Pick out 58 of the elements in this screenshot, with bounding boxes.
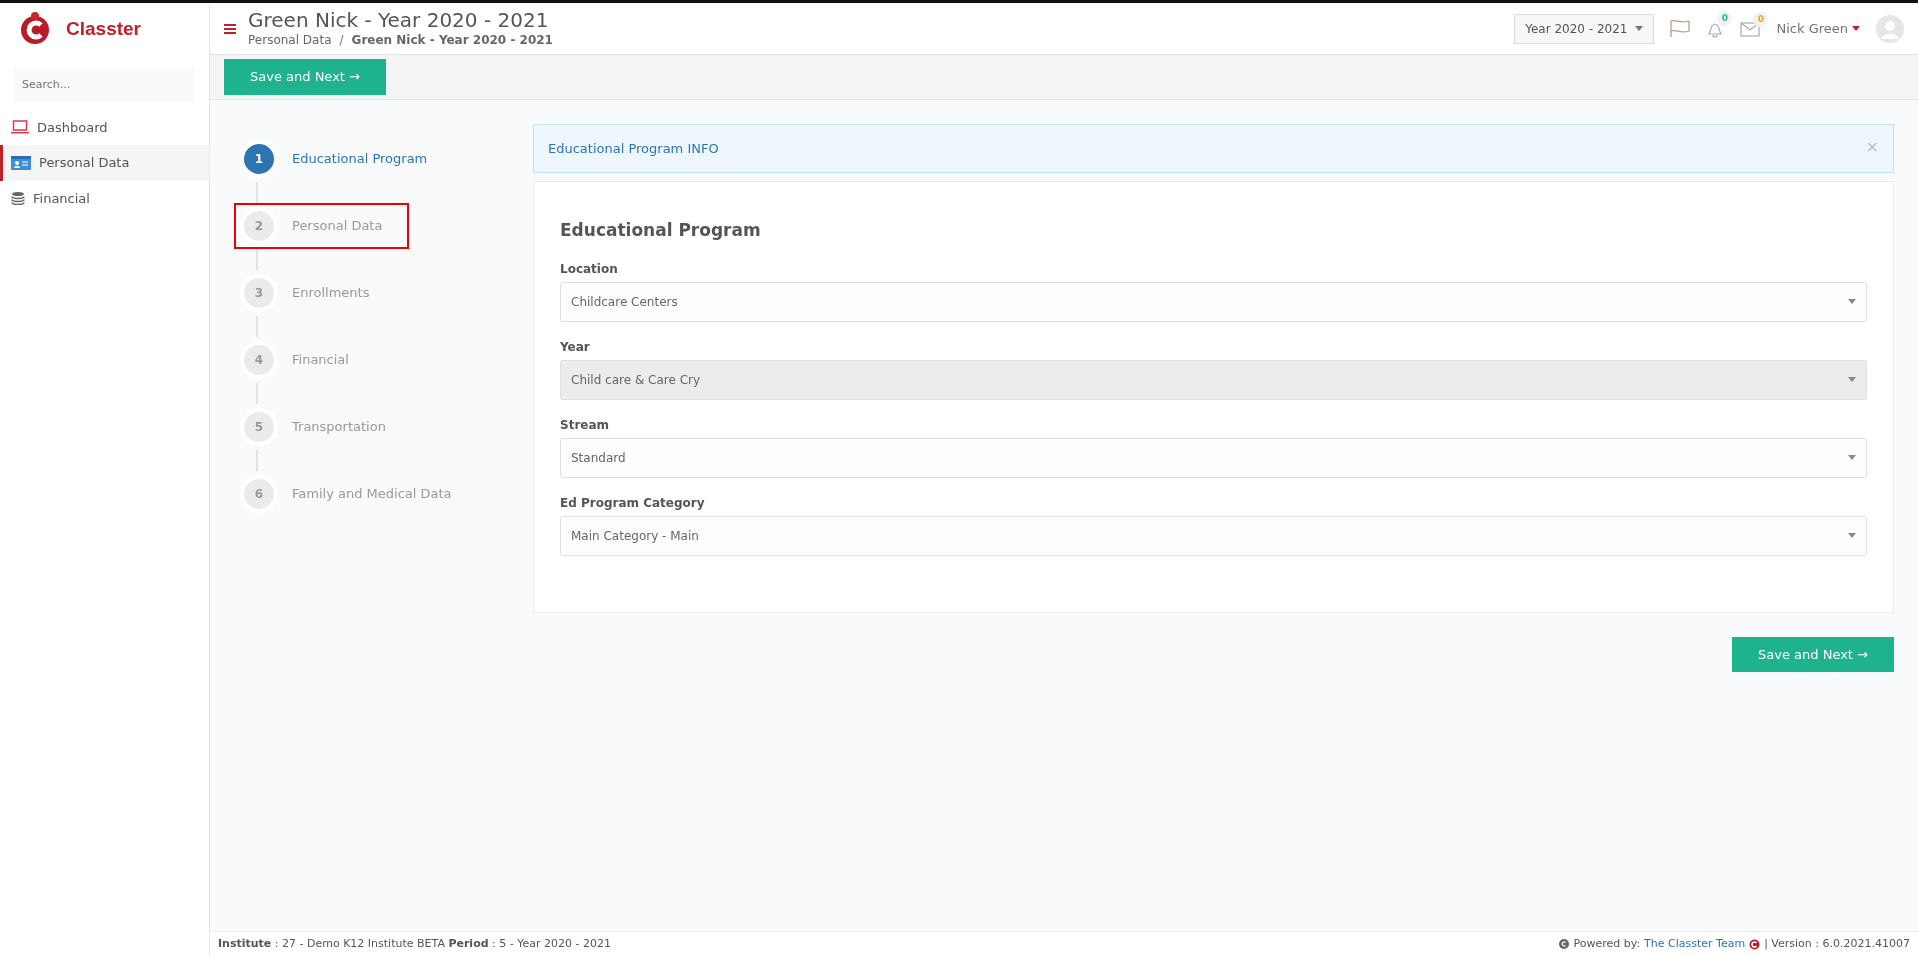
select-field: Child care & Care Cry (560, 359, 1867, 400)
count-badge: 0 (1753, 11, 1769, 27)
id-card-icon (11, 155, 31, 170)
save-and-next-button[interactable]: Save and Next → (1732, 636, 1894, 672)
breadcrumb-separator: / (339, 31, 344, 49)
count-badge: 0 (1717, 11, 1733, 27)
sidebar-item[interactable]: Dashboard (0, 109, 209, 145)
select-field[interactable]: Childcare Centers (560, 281, 1867, 322)
step-label[interactable]: Educational Program (292, 148, 428, 169)
logo-icon (18, 11, 52, 47)
form-title: Educational Program (560, 219, 762, 242)
flag-icon[interactable] (1670, 19, 1691, 38)
breadcrumb-current: Green Nick - Year 2020 - 2021 (351, 31, 553, 49)
caret-icon (1852, 26, 1860, 31)
step-number[interactable]: 4 (244, 344, 274, 375)
info-text: Educational Program INFO (548, 139, 719, 158)
field-label: Ed Program Category (560, 494, 706, 512)
laptop-icon (11, 120, 29, 135)
sidebar-item[interactable]: Financial (0, 180, 209, 216)
select-field[interactable]: Main Category - Main (560, 515, 1867, 556)
field-label: Year (560, 338, 591, 356)
step-number[interactable]: 3 (244, 277, 274, 308)
year-dropdown[interactable]: Year 2020 - 2021 (1514, 13, 1655, 44)
coins-icon (11, 191, 25, 206)
close-button[interactable]: × (1865, 138, 1879, 158)
menu-icon[interactable] (224, 23, 236, 34)
step-number[interactable]: 1 (244, 143, 274, 174)
step-label[interactable]: Financial (292, 349, 349, 370)
search-field[interactable]: Search... (14, 69, 194, 102)
step-label[interactable]: Enrollments (292, 282, 370, 303)
step-label[interactable]: Transportation (292, 416, 386, 437)
user-menu[interactable]: Nick Green (1776, 18, 1860, 39)
field-label: Location (560, 260, 619, 278)
footer-info-text: Institute : 27 - Demo K12 Institute BETA Period : 5 - Year 2020 - 2021 (218, 935, 611, 952)
envelope-icon[interactable] (1740, 21, 1761, 37)
caret-icon (1635, 26, 1644, 31)
caret-icon (1848, 377, 1856, 382)
caret-icon (1848, 299, 1856, 304)
caret-icon (1848, 533, 1856, 538)
caret-icon (1848, 455, 1856, 460)
breadcrumb-link[interactable]: Personal Data (248, 30, 332, 49)
logo-text: Classter (66, 16, 141, 41)
field-label: Stream (560, 416, 611, 434)
step-number[interactable]: 5 (244, 411, 274, 442)
team-link[interactable]: The Classter Team (1644, 935, 1746, 952)
version-text: | Version : 6.0.2021.41007 (1764, 935, 1910, 952)
step-label[interactable]: Personal Data (292, 215, 383, 236)
logo-icon (1749, 937, 1761, 950)
step-label[interactable]: Family and Medical Data (292, 483, 452, 504)
page-title: Green Nick - Year 2020 - 2021 (248, 8, 550, 31)
step-number[interactable]: 2 (244, 210, 274, 241)
powered-by-text: Powered by: (1573, 935, 1641, 952)
sidebar-item[interactable]: Personal Data (0, 145, 209, 181)
select-field[interactable]: Standard (560, 437, 1867, 478)
copyright-icon (1559, 938, 1570, 949)
save-and-next-button[interactable]: Save and Next → (224, 59, 386, 95)
step-number[interactable]: 6 (244, 478, 274, 509)
avatar-icon (1876, 14, 1904, 43)
